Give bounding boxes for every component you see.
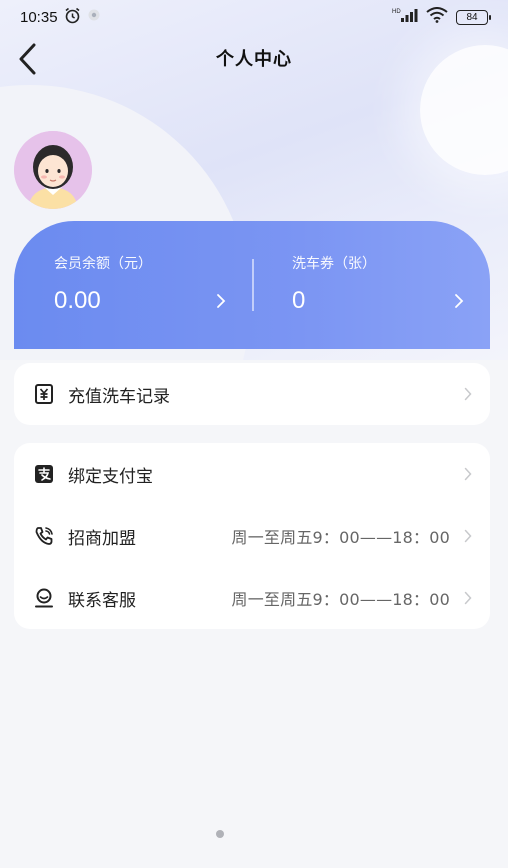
wash-coupon-section[interactable]: 洗车券（张） 0 (252, 221, 490, 349)
menu-item-label: 充值洗车记录 (68, 386, 170, 407)
business-hours: 周一至周五9：00——18：00 (231, 590, 450, 609)
member-balance-label: 会员余额（元） (54, 256, 152, 272)
signal-icon: HD (392, 7, 418, 27)
home-indicator (216, 830, 224, 838)
settings-panel: 绑定支付宝 招商加盟 周一至周五9：00——18：00 联系客服 周一至周五9：… (14, 443, 490, 629)
yuan-receipt-icon (32, 382, 56, 406)
avatar-image (14, 131, 92, 209)
chevron-right-icon (464, 467, 472, 481)
page-title: 个人中心 (216, 49, 292, 70)
menu-item-franchise[interactable]: 招商加盟 周一至周五9：00——18：00 (14, 505, 490, 567)
battery-level: 84 (466, 11, 478, 23)
chevron-right-icon (217, 294, 226, 308)
network-type: HD (392, 9, 401, 15)
customer-service-icon (32, 586, 56, 610)
chevron-right-icon (455, 294, 464, 308)
notification-icon (87, 8, 101, 26)
menu-item-bind-alipay[interactable]: 绑定支付宝 (14, 443, 490, 505)
chevron-left-icon (19, 43, 36, 75)
header: 个人中心 (0, 36, 508, 80)
menu-item-recharge-records[interactable]: 充值洗车记录 (14, 363, 490, 425)
wifi-icon (426, 7, 448, 27)
back-button[interactable] (12, 40, 42, 78)
chevron-right-icon (464, 591, 472, 605)
battery-icon: 84 (456, 9, 491, 25)
alarm-icon (64, 7, 81, 28)
menu-item-label: 招商加盟 (68, 528, 136, 549)
status-bar: 10:35 HD 84 (0, 0, 508, 34)
menu-item-customer-service[interactable]: 联系客服 周一至周五9：00——18：00 (14, 567, 490, 629)
chevron-right-icon (464, 529, 472, 543)
business-hours: 周一至周五9：00——18：00 (231, 528, 450, 547)
avatar[interactable] (14, 131, 92, 209)
records-panel: 充值洗车记录 (14, 363, 490, 425)
wash-coupon-value: 0 (292, 287, 306, 314)
member-balance-section[interactable]: 会员余额（元） 0.00 (14, 221, 252, 349)
menu-item-label: 绑定支付宝 (68, 466, 153, 487)
alipay-icon (32, 462, 56, 486)
chevron-right-icon (464, 387, 472, 401)
status-time: 10:35 (20, 8, 58, 26)
menu-item-label: 联系客服 (68, 590, 136, 611)
wash-coupon-label: 洗车券（张） (292, 256, 376, 272)
phone-icon (32, 524, 56, 548)
balance-card: 会员余额（元） 0.00 洗车券（张） 0 (14, 221, 490, 349)
member-balance-value: 0.00 (54, 287, 101, 314)
